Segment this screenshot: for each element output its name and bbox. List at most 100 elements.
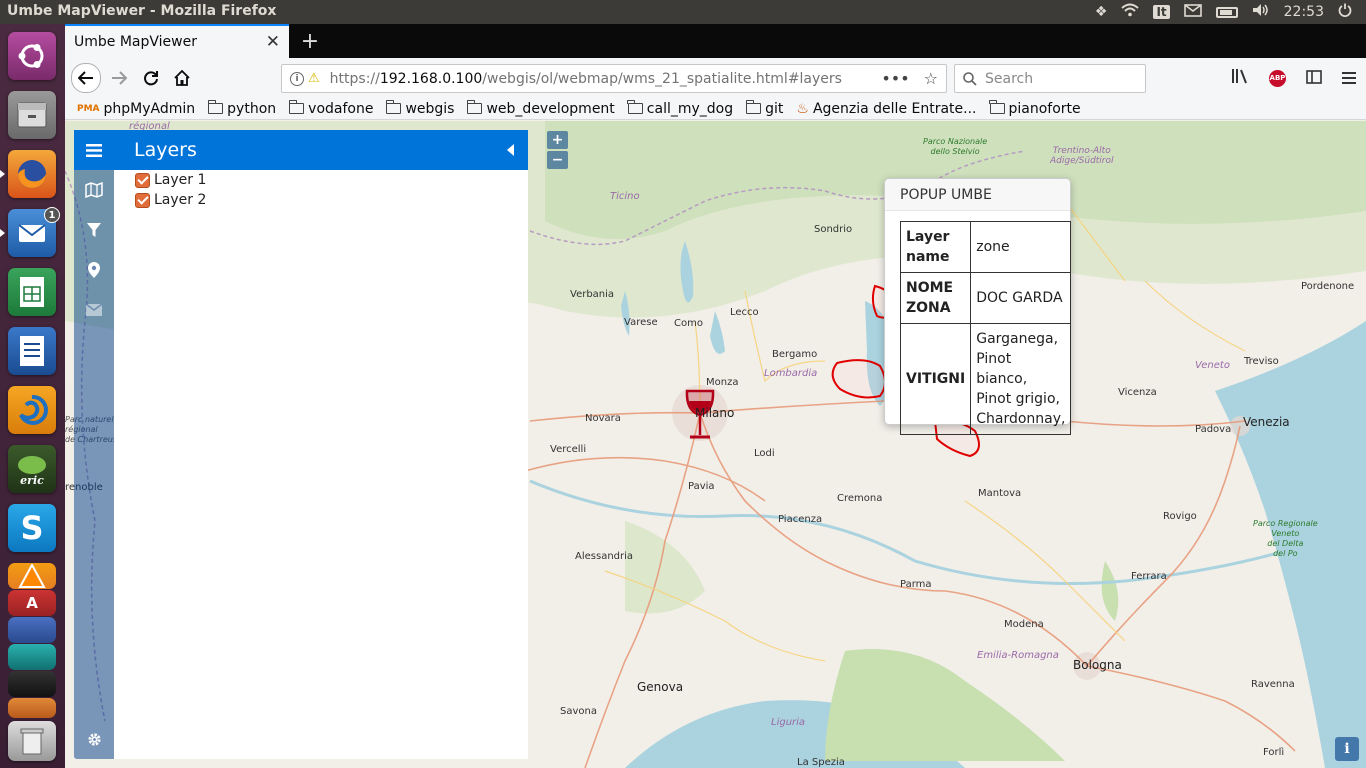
map-marker-icon xyxy=(88,262,100,278)
map-label-parco-delta-po: Parco Regionale Veneto del Delta del Po xyxy=(1253,519,1318,558)
bookmark-vodafone[interactable]: vodafone xyxy=(288,100,373,117)
clock[interactable]: 22:53 xyxy=(1284,4,1324,20)
skype-icon[interactable]: S xyxy=(8,504,56,552)
eric-ide-icon[interactable]: eric xyxy=(8,445,56,493)
folder-icon xyxy=(466,100,483,114)
libreoffice-writer-icon[interactable] xyxy=(8,327,56,375)
hamburger-menu-icon[interactable] xyxy=(1342,69,1356,88)
app-icon[interactable] xyxy=(8,671,56,697)
vlc-icon[interactable] xyxy=(8,563,56,589)
search-placeholder: Search xyxy=(985,70,1034,87)
map-label-pordenone: Pordenone xyxy=(1301,281,1355,292)
layer-label: Layer 1 xyxy=(154,172,207,188)
zoom-out-button[interactable]: − xyxy=(547,151,568,169)
layer-checkbox[interactable] xyxy=(135,172,150,188)
software-center-icon[interactable]: A xyxy=(8,590,56,616)
sidebar-toggle-icon[interactable] xyxy=(1306,69,1322,88)
battery-icon[interactable] xyxy=(1215,6,1238,18)
files-icon[interactable] xyxy=(8,91,56,139)
zoom-controls: + − xyxy=(547,131,568,169)
bookmark-phpmyadmin[interactable]: PMA phpMyAdmin xyxy=(77,101,195,117)
sidebar-location-tab[interactable] xyxy=(74,250,114,290)
map-label-savona: Savona xyxy=(560,706,597,717)
sidebar-filter-tab[interactable] xyxy=(74,210,114,250)
bookmark-pianoforte[interactable]: pianoforte xyxy=(989,100,1081,117)
map-label-bergamo: Bergamo xyxy=(772,349,818,360)
new-tab-button[interactable]: + xyxy=(297,28,323,54)
attribute-key: Layer name xyxy=(899,221,972,273)
map-label-veneto: Veneto xyxy=(1195,360,1230,371)
home-button[interactable] xyxy=(168,64,196,92)
map-label-rovigo: Rovigo xyxy=(1163,511,1197,522)
sidebar-map-tab[interactable] xyxy=(74,170,114,210)
page-actions-icon[interactable]: ••• xyxy=(881,69,909,88)
map-label-varese: Varese xyxy=(624,317,658,328)
bookmark-star-icon[interactable]: ☆ xyxy=(924,69,938,88)
map-label-novara: Novara xyxy=(585,413,621,424)
sidebar-panel: Layers Layer 1 Layer 2 xyxy=(114,130,528,759)
thunderbird-icon[interactable]: 1 xyxy=(0,207,60,257)
tab-umbe-mapviewer[interactable]: Umbe MapViewer ✕ xyxy=(65,24,289,58)
map-label-cremona: Cremona xyxy=(837,493,883,504)
url-bar[interactable]: i ⚠ https://192.168.0.100/webgis/ol/webm… xyxy=(281,64,947,93)
layer-item[interactable]: Layer 2 xyxy=(135,190,528,210)
layer-item[interactable]: Layer 1 xyxy=(135,170,528,190)
gear-icon xyxy=(87,732,101,746)
mail-icon[interactable] xyxy=(1183,3,1202,21)
collapse-arrow-icon[interactable] xyxy=(507,144,514,156)
unread-badge: 1 xyxy=(44,207,60,223)
map-view[interactable]: Milano Varese Como Lecco Bergamo Monza N… xyxy=(65,121,1366,768)
bookmark-webgis[interactable]: webgis xyxy=(385,100,454,117)
volume-icon[interactable] xyxy=(1252,3,1270,21)
sidebar-menu-tab[interactable] xyxy=(74,130,114,170)
folder-icon xyxy=(385,100,402,114)
bookmark-python[interactable]: python xyxy=(207,100,276,117)
map-label-ferrara: Ferrara xyxy=(1131,571,1167,582)
power-icon[interactable] xyxy=(1338,3,1352,21)
bookmark-web-development[interactable]: web_development xyxy=(466,100,615,117)
map-label-piacenza: Piacenza xyxy=(778,514,823,525)
back-button[interactable] xyxy=(71,63,101,93)
app-icon[interactable] xyxy=(8,644,56,670)
map-label-vercelli: Vercelli xyxy=(550,444,587,455)
trash-icon[interactable] xyxy=(8,721,56,761)
shotwell-icon[interactable] xyxy=(8,386,56,434)
sidebar-settings-tab[interactable] xyxy=(74,719,114,759)
attribution-button[interactable]: i xyxy=(1335,737,1359,761)
app-icon[interactable] xyxy=(8,698,56,718)
map-label-forli: Forlì xyxy=(1263,747,1285,758)
svg-text:eric: eric xyxy=(20,474,44,487)
keyboard-layout-indicator[interactable]: It xyxy=(1153,5,1170,19)
dropbox-icon[interactable]: ❖ xyxy=(1095,4,1108,20)
adblock-plus-icon[interactable]: ABP xyxy=(1269,69,1286,87)
folder-icon xyxy=(745,100,762,114)
layer-checkbox[interactable] xyxy=(135,192,150,208)
bookmark-agenzia-entrate[interactable]: ♨ Agenzia delle Entrate... xyxy=(796,101,976,117)
ubuntu-dash-icon[interactable] xyxy=(8,32,56,80)
search-bar[interactable]: Search xyxy=(954,64,1146,93)
library-icon[interactable] xyxy=(1231,68,1249,88)
app-icon[interactable] xyxy=(8,617,56,643)
libreoffice-calc-icon[interactable] xyxy=(8,268,56,316)
map-label-sondrio: Sondrio xyxy=(814,224,853,235)
map-label-milano: Milano xyxy=(695,406,735,420)
map-label-lodi: Lodi xyxy=(754,448,775,459)
bookmark-git[interactable]: git xyxy=(745,100,783,117)
attribute-key: NOME ZONA xyxy=(899,272,972,324)
bookmark-call-my-dog[interactable]: call_my_dog xyxy=(627,100,733,117)
map-label-venezia: Venezia xyxy=(1243,415,1290,429)
site-info-icon[interactable]: i xyxy=(290,71,304,86)
sidebar-mail-tab[interactable] xyxy=(74,290,114,330)
zoom-in-button[interactable]: + xyxy=(547,131,568,149)
close-tab-icon[interactable]: ✕ xyxy=(266,32,280,52)
layer-label: Layer 2 xyxy=(154,192,207,208)
firefox-icon[interactable] xyxy=(0,150,56,198)
reload-button[interactable] xyxy=(137,64,165,92)
forward-button[interactable] xyxy=(105,64,133,92)
system-tray: ❖ It 22:53 xyxy=(1095,0,1366,24)
wifi-icon[interactable] xyxy=(1121,3,1140,21)
insecure-lock-icon[interactable]: ⚠ xyxy=(308,71,320,86)
map-label-verbania: Verbania xyxy=(570,289,615,300)
map-label-monza: Monza xyxy=(706,377,739,388)
filter-icon xyxy=(87,223,101,237)
